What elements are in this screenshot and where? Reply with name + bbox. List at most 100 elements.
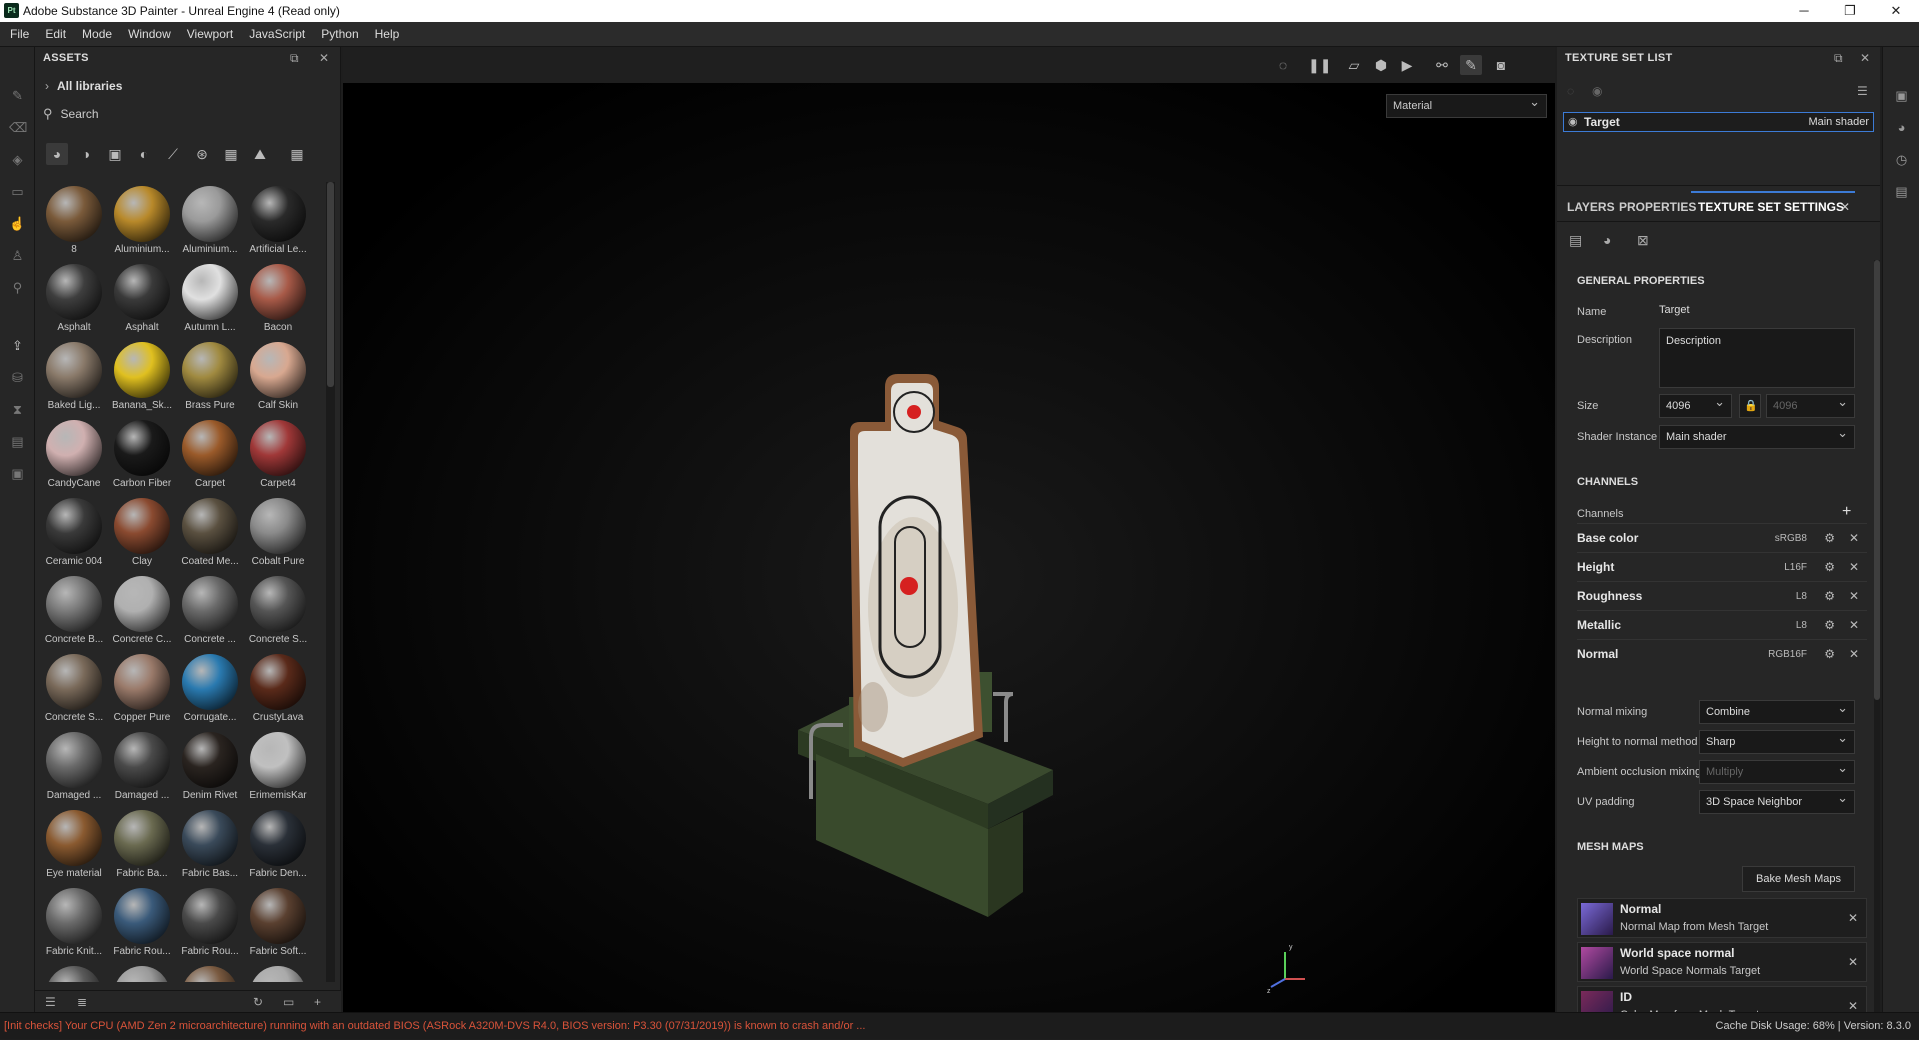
mesh-map-item[interactable]: Normal Normal Map from Mesh Target ✕ xyxy=(1577,898,1867,938)
environments-filter-icon[interactable]: ⛰ xyxy=(249,143,271,165)
asset-tile[interactable] xyxy=(108,962,176,982)
asset-tile[interactable]: Fabric Rou... xyxy=(108,884,176,962)
channel-row[interactable]: Roughness L8 ⚙ ✕ xyxy=(1577,581,1867,610)
asset-tile[interactable]: Cobalt Pure xyxy=(244,494,312,572)
asset-tile[interactable]: Carpet4 xyxy=(244,416,312,494)
normal-mixing-select[interactable]: Combine xyxy=(1699,697,1855,724)
menu-javascript[interactable]: JavaScript xyxy=(241,22,313,47)
asset-tile[interactable]: Denim Rivet xyxy=(176,728,244,806)
channel-row[interactable]: Metallic L8 ⚙ ✕ xyxy=(1577,610,1867,639)
add-icon[interactable]: + xyxy=(314,995,321,1009)
asset-tile[interactable]: Fabric Den... xyxy=(244,806,312,884)
asset-tile[interactable]: Artificial Le... xyxy=(244,182,312,260)
material-mode-select[interactable]: Material xyxy=(1386,91,1547,118)
menu-help[interactable]: Help xyxy=(367,22,408,47)
grid-view-icon[interactable]: ▦ xyxy=(286,143,308,165)
color-picker-icon[interactable]: ⚲ xyxy=(9,279,26,296)
remove-channel-icon[interactable]: ✕ xyxy=(1849,553,1859,582)
pause-icon[interactable]: ❚❚ xyxy=(1308,55,1331,75)
hourglass-icon[interactable]: ⧗ xyxy=(9,401,26,418)
assets-scrollbar[interactable] xyxy=(326,182,335,982)
close-window-button[interactable]: ✕ xyxy=(1873,0,1919,22)
document-icon[interactable]: ▤ xyxy=(9,433,26,450)
asset-tile[interactable]: 8 xyxy=(40,182,108,260)
asset-tile[interactable]: Clay xyxy=(108,494,176,572)
breadcrumb[interactable]: › All libraries xyxy=(35,75,340,97)
bake-mesh-maps-button[interactable]: Bake Mesh Maps xyxy=(1742,866,1855,892)
search-bar[interactable]: ⚲ Search xyxy=(35,103,340,125)
asset-tile[interactable]: Fabric Bas... xyxy=(176,806,244,884)
shader-instance-select[interactable]: Main shader xyxy=(1659,422,1855,449)
asset-tile[interactable] xyxy=(176,962,244,982)
maximize-button[interactable]: ❐ xyxy=(1827,0,1873,22)
asset-tile[interactable]: Concrete S... xyxy=(244,572,312,650)
remove-mesh-map-icon[interactable]: ✕ xyxy=(1848,999,1858,1013)
filter-list-icon[interactable]: ≣ xyxy=(77,995,87,1009)
gear-icon[interactable]: ⚙ xyxy=(1824,640,1835,669)
close-tab-icon[interactable]: ✕ xyxy=(1840,200,1850,214)
minimize-button[interactable]: ─ xyxy=(1781,0,1827,22)
asset-tile[interactable]: Calf Skin xyxy=(244,338,312,416)
asset-tile[interactable]: Concrete S... xyxy=(40,650,108,728)
menu-edit[interactable]: Edit xyxy=(37,22,74,47)
eye-icon[interactable]: ◉ xyxy=(1592,84,1602,98)
status-warning[interactable]: [Init checks] Your CPU (AMD Zen 2 microa… xyxy=(4,1013,865,1040)
symmetry-icon[interactable]: ⚯ xyxy=(1431,55,1453,75)
asset-tile[interactable]: Banana_Sk... xyxy=(108,338,176,416)
close-panel-icon[interactable]: ✕ xyxy=(319,51,329,65)
geometry-mask-icon[interactable]: ▭ xyxy=(9,183,26,200)
channel-row[interactable]: Base color sRGB8 ⚙ ✕ xyxy=(1577,523,1867,552)
undock-icon[interactable]: ⧉ xyxy=(290,51,299,66)
display-settings-icon[interactable]: ◕ xyxy=(1893,119,1910,136)
asset-tile[interactable]: Baked Lig... xyxy=(40,338,108,416)
close-panel-icon[interactable]: ✕ xyxy=(1860,51,1870,65)
channel-format[interactable]: L8 xyxy=(1796,611,1807,640)
add-channel-button[interactable]: + xyxy=(1842,503,1851,521)
uv-padding-select[interactable]: 3D Space Neighbor xyxy=(1699,787,1855,814)
asset-tile[interactable]: Ceramic 004 xyxy=(40,494,108,572)
tab-layers[interactable]: LAYERS xyxy=(1567,200,1615,214)
camera-icon[interactable]: ▶ xyxy=(1396,55,1418,75)
asset-tile[interactable] xyxy=(40,962,108,982)
asset-tile[interactable]: Fabric Ba... xyxy=(108,806,176,884)
asset-tile[interactable]: Damaged ... xyxy=(108,728,176,806)
asset-tile[interactable]: Eye material xyxy=(40,806,108,884)
description-field[interactable]: Description xyxy=(1659,328,1855,388)
remove-mesh-map-icon[interactable]: ✕ xyxy=(1848,955,1858,969)
menu-file[interactable]: File xyxy=(2,22,37,47)
height-to-normal-select[interactable]: Sharp xyxy=(1699,727,1855,754)
asset-tile[interactable]: Aluminium... xyxy=(176,182,244,260)
remove-channel-icon[interactable]: ✕ xyxy=(1849,582,1859,611)
projection-icon[interactable]: ◈ xyxy=(9,151,26,168)
ao-mixing-select[interactable]: Multiply xyxy=(1699,757,1855,784)
uv-icon[interactable]: ⊠ xyxy=(1637,232,1649,249)
asset-tile[interactable]: Concrete B... xyxy=(40,572,108,650)
asset-tile[interactable]: Fabric Rou... xyxy=(176,884,244,962)
menu-window[interactable]: Window xyxy=(120,22,179,47)
smart-materials-filter-icon[interactable]: ◑ xyxy=(75,143,97,165)
menu-mode[interactable]: Mode xyxy=(74,22,120,47)
smart-masks-filter-icon[interactable]: ◐ xyxy=(133,143,155,165)
asset-tile[interactable]: Damaged ... xyxy=(40,728,108,806)
remove-channel-icon[interactable]: ✕ xyxy=(1849,524,1859,553)
size-select[interactable]: 4096 xyxy=(1659,391,1732,418)
asset-tile[interactable]: Asphalt xyxy=(40,260,108,338)
asset-tile[interactable]: CrustyLava xyxy=(244,650,312,728)
eraser-icon[interactable]: ⌫ xyxy=(9,119,27,136)
remove-channel-icon[interactable]: ✕ xyxy=(1849,611,1859,640)
viewport[interactable]: y z xyxy=(343,47,1555,1012)
asset-tile[interactable]: Copper Pure xyxy=(108,650,176,728)
size-select-2[interactable]: 4096 xyxy=(1766,391,1855,418)
2d-view-icon[interactable]: ▱ xyxy=(1343,55,1365,75)
bake-icon[interactable]: ⛁ xyxy=(9,369,26,386)
asset-tile[interactable]: Corrugate... xyxy=(176,650,244,728)
channel-format[interactable]: L8 xyxy=(1796,582,1807,611)
hide-ui-icon[interactable]: ◌ xyxy=(1272,55,1294,75)
asset-tile[interactable]: Carbon Fiber xyxy=(108,416,176,494)
textures-filter-icon[interactable]: ▦ xyxy=(220,143,242,165)
asset-tile[interactable]: CandyCane xyxy=(40,416,108,494)
menu-icon[interactable]: ☰ xyxy=(1857,84,1868,98)
asset-tile[interactable]: Coated Me... xyxy=(176,494,244,572)
list-view-icon[interactable]: ☰ xyxy=(45,995,56,1009)
asset-tile[interactable]: Concrete C... xyxy=(108,572,176,650)
